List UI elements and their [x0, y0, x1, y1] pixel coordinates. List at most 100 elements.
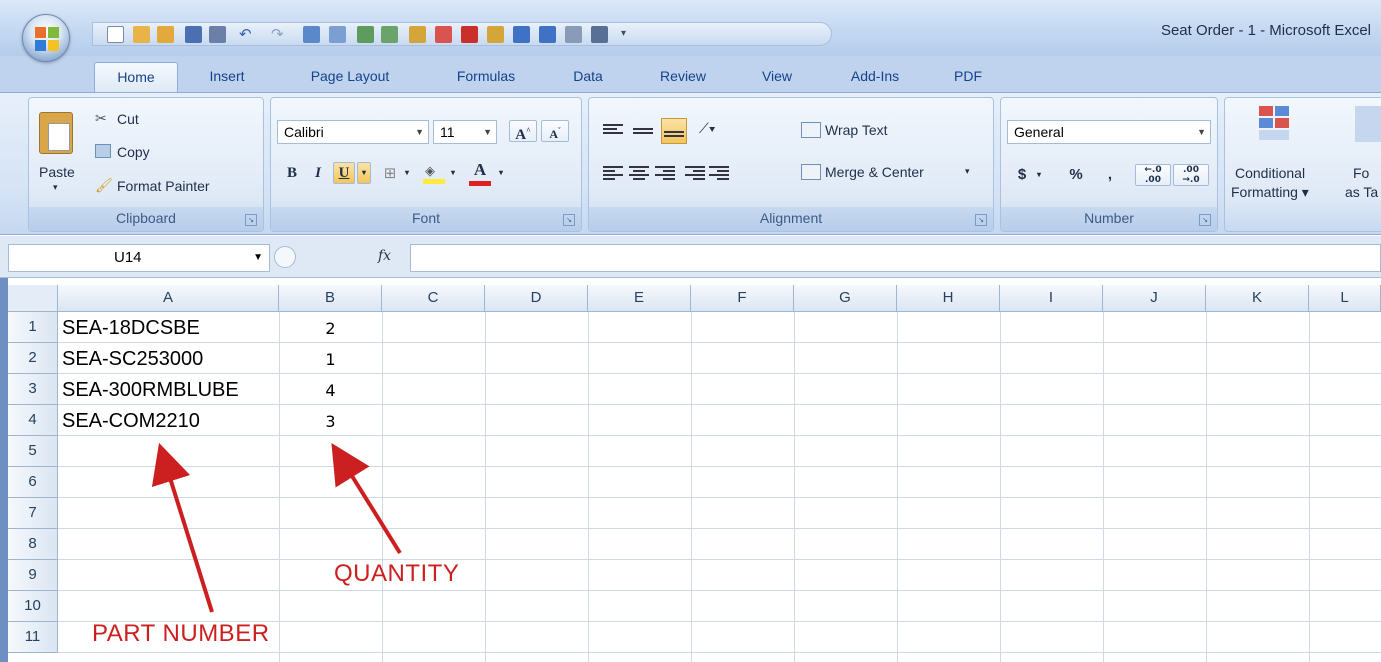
- open-folder-icon[interactable]: [133, 26, 150, 43]
- office-button[interactable]: [22, 14, 70, 62]
- formula-input[interactable]: [410, 244, 1381, 272]
- align-bottom-icon[interactable]: [661, 118, 687, 144]
- sort-descending-icon[interactable]: [381, 26, 398, 43]
- percent-button[interactable]: %: [1065, 164, 1087, 186]
- decrease-indent-icon[interactable]: [685, 164, 705, 180]
- row-header-8[interactable]: 8: [8, 529, 58, 560]
- italic-button[interactable]: I: [307, 162, 329, 184]
- conditional-formatting-label-1[interactable]: Conditional: [1235, 165, 1305, 181]
- undo-icon[interactable]: ↶: [239, 26, 256, 43]
- align-middle-icon[interactable]: [633, 122, 653, 138]
- borders-dropdown-icon[interactable]: ▾: [401, 162, 413, 184]
- folder-icon[interactable]: [157, 26, 174, 43]
- row-header-4[interactable]: 4: [8, 405, 58, 436]
- row-header-1[interactable]: 1: [8, 312, 58, 343]
- row-header-6[interactable]: 6: [8, 467, 58, 498]
- paste-label[interactable]: Paste: [39, 164, 75, 180]
- column-header-a[interactable]: A: [58, 285, 279, 312]
- number-format-select[interactable]: General ▼: [1007, 120, 1211, 144]
- delete-rows-icon[interactable]: [461, 26, 478, 43]
- align-right-icon[interactable]: [655, 164, 675, 180]
- tab-insert[interactable]: Insert: [190, 62, 264, 92]
- bold-button[interactable]: B: [281, 162, 303, 184]
- borders-icon[interactable]: ⊞: [379, 162, 401, 184]
- column-header-g[interactable]: G: [794, 285, 897, 312]
- cell-a4[interactable]: SEA-COM2210: [62, 406, 200, 437]
- column-header-j[interactable]: J: [1103, 285, 1206, 312]
- cell-b3[interactable]: 4: [279, 375, 382, 406]
- align-center-icon[interactable]: [629, 164, 649, 180]
- cell-b2[interactable]: 1: [279, 344, 382, 375]
- merge-center-button[interactable]: Merge & Center: [825, 164, 924, 180]
- filter-icon[interactable]: [409, 26, 426, 43]
- conditional-formatting-icon[interactable]: [1259, 106, 1289, 142]
- merge-center-icon[interactable]: [801, 164, 821, 180]
- customize-toolbar-icon[interactable]: ▾: [621, 26, 638, 43]
- name-box[interactable]: U14 ▼: [8, 244, 270, 272]
- cell-a3[interactable]: SEA-300RMBLUBE: [62, 375, 239, 406]
- freeze-panes-icon[interactable]: [565, 26, 582, 43]
- align-top-icon[interactable]: [603, 122, 623, 138]
- increase-indent-icon[interactable]: [709, 164, 729, 180]
- column-header-i[interactable]: I: [1000, 285, 1103, 312]
- row-header-3[interactable]: 3: [8, 374, 58, 405]
- tab-data[interactable]: Data: [556, 62, 620, 92]
- row-header-11[interactable]: 11: [8, 622, 58, 653]
- font-color-button[interactable]: A: [467, 160, 493, 186]
- column-header-l[interactable]: L: [1309, 285, 1381, 312]
- column-header-b[interactable]: B: [279, 285, 382, 312]
- orientation-icon[interactable]: ⟋▾: [699, 120, 716, 137]
- row-header-10[interactable]: 10: [8, 591, 58, 622]
- row-header-9[interactable]: 9: [8, 560, 58, 591]
- cell-b1[interactable]: 2: [279, 313, 382, 344]
- column-header-k[interactable]: K: [1206, 285, 1309, 312]
- row-header-7[interactable]: 7: [8, 498, 58, 529]
- format-as-table-label-1[interactable]: Fo: [1353, 165, 1369, 181]
- paste-dropdown-icon[interactable]: ▾: [53, 182, 58, 193]
- alignment-launcher-icon[interactable]: ↘: [975, 214, 987, 226]
- font-size-select[interactable]: 11 ▼: [433, 120, 497, 144]
- column-header-d[interactable]: D: [485, 285, 588, 312]
- underline-button[interactable]: U: [333, 162, 355, 184]
- format-as-table-label-2[interactable]: as Ta: [1345, 184, 1378, 200]
- font-launcher-icon[interactable]: ↘: [563, 214, 575, 226]
- import-icon[interactable]: [513, 26, 530, 43]
- currency-dropdown-icon[interactable]: ▾: [1033, 164, 1045, 186]
- print-preview-icon[interactable]: [303, 26, 320, 43]
- shrink-font-button[interactable]: Aˇ: [541, 120, 569, 142]
- currency-button[interactable]: $: [1011, 164, 1033, 186]
- cell-b4[interactable]: 3: [279, 406, 382, 437]
- new-document-icon[interactable]: [107, 26, 124, 43]
- wrap-text-icon[interactable]: [801, 122, 821, 138]
- conditional-formatting-label-2[interactable]: Formatting ▾: [1231, 184, 1309, 201]
- row-header-2[interactable]: 2: [8, 343, 58, 374]
- tab-view[interactable]: View: [744, 62, 810, 92]
- tab-pdf[interactable]: PDF: [942, 62, 994, 92]
- spelling-icon[interactable]: [329, 26, 346, 43]
- row-header-5[interactable]: 5: [8, 436, 58, 467]
- copy-icon[interactable]: [95, 144, 111, 158]
- export-icon[interactable]: [539, 26, 556, 43]
- columns-icon[interactable]: [591, 26, 608, 43]
- redo-icon[interactable]: ↷: [271, 26, 288, 43]
- tab-add-ins[interactable]: Add-Ins: [832, 62, 918, 92]
- cell-a1[interactable]: SEA-18DCSBE: [62, 313, 200, 344]
- grow-font-button[interactable]: A^: [509, 120, 537, 143]
- column-header-e[interactable]: E: [588, 285, 691, 312]
- decrease-decimal-button[interactable]: .00 →.0: [1173, 164, 1209, 186]
- select-all-corner[interactable]: [8, 285, 58, 312]
- save-icon[interactable]: [185, 26, 202, 43]
- align-left-icon[interactable]: [603, 164, 623, 180]
- increase-decimal-button[interactable]: ←.0.00: [1135, 164, 1171, 186]
- comma-button[interactable]: ,: [1099, 164, 1121, 186]
- copy-button[interactable]: Copy: [117, 144, 150, 160]
- clipboard-launcher-icon[interactable]: ↘: [245, 214, 257, 226]
- wrap-text-button[interactable]: Wrap Text: [825, 122, 888, 138]
- clear-filter-icon[interactable]: [487, 26, 504, 43]
- insert-function-icon[interactable]: fx: [378, 248, 391, 264]
- underline-dropdown-icon[interactable]: ▾: [357, 162, 371, 184]
- format-painter-button[interactable]: Format Painter: [117, 178, 210, 194]
- format-as-table-icon[interactable]: [1355, 106, 1381, 142]
- column-header-f[interactable]: F: [691, 285, 794, 312]
- save-as-icon[interactable]: [209, 26, 226, 43]
